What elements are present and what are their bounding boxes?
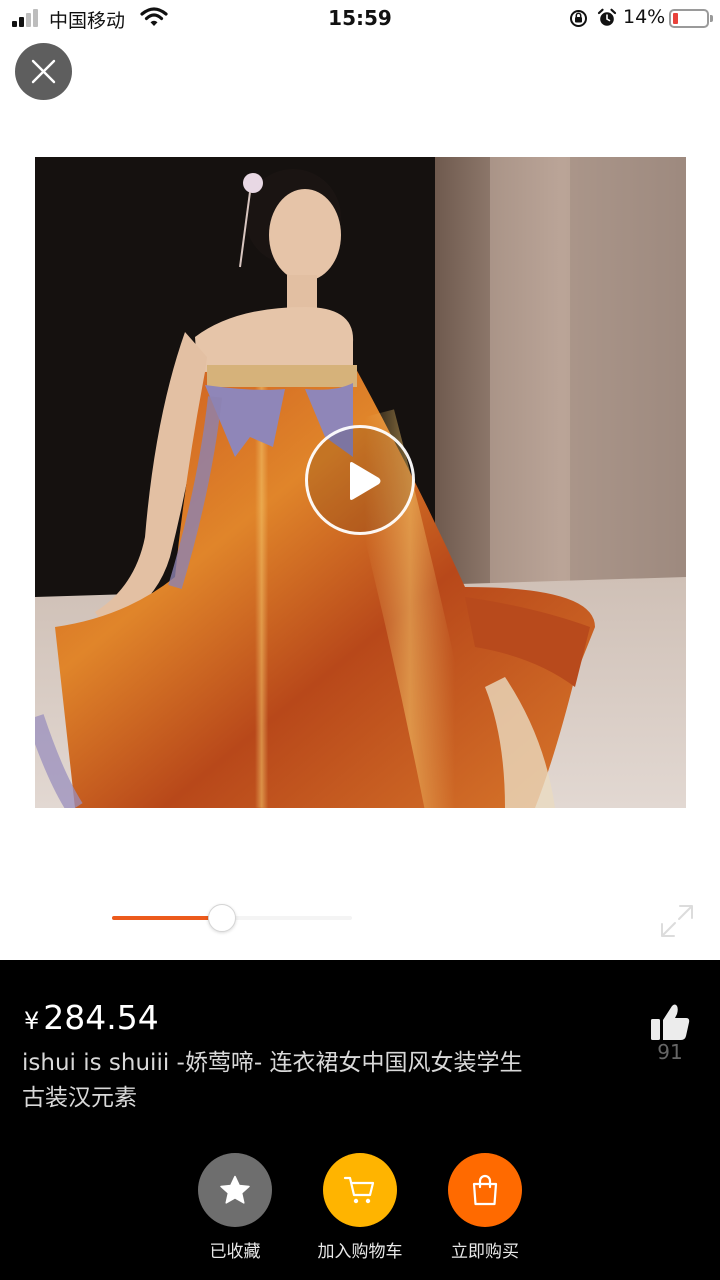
play-icon <box>350 462 381 500</box>
like-button[interactable] <box>648 1003 692 1043</box>
buy-now-button[interactable]: 立即购买 <box>415 1153 555 1263</box>
battery-percent: 14% <box>623 6 666 28</box>
media-progress-fill <box>112 916 222 920</box>
price-value: 284.54 <box>43 998 159 1037</box>
favorite-label: 已收藏 <box>209 1242 261 1262</box>
battery-icon <box>669 9 713 28</box>
buy-circle <box>448 1153 522 1227</box>
status-bar: 中国移动 15:59 14% <box>0 0 720 36</box>
thumbs-up-icon <box>651 1004 690 1040</box>
expand-icon <box>661 905 693 937</box>
cart-circle <box>323 1153 397 1227</box>
star-icon <box>220 1175 250 1204</box>
product-title-line1: ishui is shuiii -娇莺啼- 连衣裙女中国风女装学生 <box>22 1050 523 1076</box>
close-icon <box>31 59 56 84</box>
product-image[interactable] <box>35 157 686 808</box>
close-button[interactable] <box>15 43 72 100</box>
play-button[interactable] <box>305 425 415 535</box>
shopping-bag-icon <box>472 1174 498 1206</box>
favorite-circle <box>198 1153 272 1227</box>
rotation-lock-icon <box>570 10 587 27</box>
cart-label: 加入购物车 <box>317 1242 403 1262</box>
like-count: 91 <box>657 1040 683 1064</box>
buy-label: 立即购买 <box>451 1242 519 1262</box>
currency-symbol: ¥ <box>24 1007 40 1035</box>
product-title-line2: 古装汉元素 <box>22 1085 137 1111</box>
product-price: ¥284.54 <box>24 997 159 1039</box>
product-info-panel: ¥284.54 ishui is shuiii -娇莺啼- 连衣裙女中国风女装学… <box>0 960 720 1280</box>
shopping-cart-icon <box>343 1176 375 1204</box>
add-to-cart-button[interactable]: 加入购物车 <box>290 1153 430 1263</box>
product-title: ishui is shuiii -娇莺啼- 连衣裙女中国风女装学生 古装汉元素 <box>22 1046 592 1116</box>
alarm-icon <box>597 8 617 26</box>
media-progress-thumb[interactable] <box>208 904 236 932</box>
favorite-button[interactable]: 已收藏 <box>165 1153 305 1263</box>
fullscreen-button[interactable] <box>658 902 696 940</box>
